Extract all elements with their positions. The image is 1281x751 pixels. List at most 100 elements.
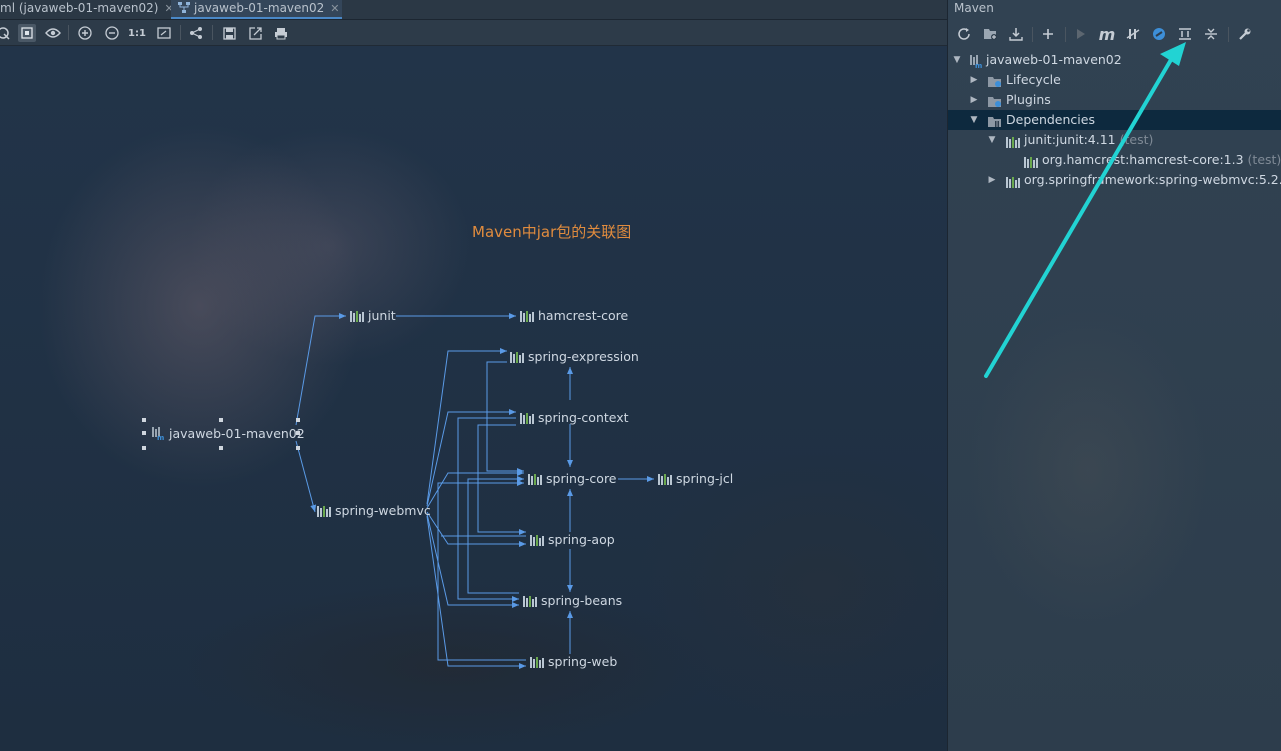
- node-label: spring-core: [546, 471, 617, 486]
- edge-web-core: [437, 480, 526, 661]
- node-label: spring-expression: [528, 349, 639, 364]
- close-icon[interactable]: ✕: [330, 2, 339, 15]
- node-spring-core[interactable]: spring-core: [528, 471, 617, 489]
- collapsed-arrow-icon[interactable]: ▶: [986, 170, 998, 190]
- node-spring-beans[interactable]: spring-beans: [523, 593, 622, 611]
- node-spring-context[interactable]: spring-context: [520, 410, 629, 428]
- tree-item-plugins[interactable]: ▶ Plugins: [948, 90, 1281, 110]
- zoom-in-icon[interactable]: [76, 24, 94, 42]
- collapse-all-icon[interactable]: [1202, 25, 1220, 43]
- tree-item-project[interactable]: ▼ m javaweb-01-maven02: [948, 50, 1281, 70]
- selection-handle[interactable]: [142, 446, 146, 450]
- settings-wrench-icon[interactable]: [1236, 25, 1254, 43]
- expand-arrow-icon[interactable]: ▼: [951, 50, 963, 70]
- add-project-icon[interactable]: [981, 25, 999, 43]
- library-icon: [523, 595, 537, 611]
- select-icon[interactable]: [0, 24, 12, 42]
- library-icon: [350, 310, 364, 326]
- dependency-scope: (test): [1119, 132, 1154, 147]
- node-label: spring-context: [538, 410, 629, 425]
- node-junit[interactable]: junit: [350, 308, 396, 326]
- node-label: spring-aop: [548, 532, 615, 547]
- dependency-diagram-canvas[interactable]: Maven中jar包的关联图 m javaweb-01-maven02 juni…: [0, 46, 947, 751]
- node-label: hamcrest-core: [538, 308, 629, 323]
- expand-arrow-icon[interactable]: ▼: [968, 110, 980, 130]
- tree-item-label: Lifecycle: [1006, 72, 1061, 87]
- node-label: spring-web: [548, 654, 618, 669]
- maven-panel-title: Maven: [954, 1, 994, 15]
- library-icon: [520, 412, 534, 428]
- svg-text:m: m: [975, 62, 982, 68]
- tree-item-webmvc[interactable]: ▶ org.springframework:spring-webmvc:5.2.…: [948, 170, 1281, 190]
- selection-handle[interactable]: [219, 418, 223, 422]
- tab-pom-xml[interactable]: ml (javaweb-01-maven02) ✕: [0, 0, 174, 19]
- dependency-coordinates: junit:junit:4.11: [1024, 132, 1116, 147]
- fit-icon[interactable]: [18, 24, 36, 42]
- node-label: junit: [368, 308, 396, 323]
- print-icon[interactable]: [272, 24, 290, 42]
- reload-icon[interactable]: [955, 25, 973, 43]
- dependency-coordinates: org.hamcrest:hamcrest-core:1.3: [1042, 152, 1244, 167]
- node-spring-web[interactable]: spring-web: [530, 654, 617, 672]
- export-icon[interactable]: [246, 24, 264, 42]
- tree-item-lifecycle[interactable]: ▶ Lifecycle: [948, 70, 1281, 90]
- edge-webmvc-aop: [426, 511, 526, 547]
- toggle-offline-icon[interactable]: [1124, 25, 1142, 43]
- eye-icon[interactable]: [44, 24, 62, 42]
- node-spring-jcl[interactable]: spring-jcl: [658, 471, 733, 489]
- library-icon: [510, 351, 524, 367]
- library-icon: [520, 310, 534, 326]
- diagram-title: Maven中jar包的关联图: [472, 223, 632, 241]
- svg-text:m: m: [157, 434, 164, 440]
- maven-m-icon[interactable]: m: [1098, 25, 1116, 44]
- edge-expression-core: [486, 361, 524, 474]
- selection-handle[interactable]: [142, 431, 146, 435]
- download-icon[interactable]: [1007, 25, 1025, 43]
- toolbar-separator: [1228, 27, 1229, 42]
- tab-pom-label: ml (javaweb-01-maven02): [0, 1, 159, 15]
- selection-handle[interactable]: [296, 446, 300, 450]
- actual-size-icon[interactable]: 1:1: [128, 24, 146, 42]
- tree-item-dependencies[interactable]: ▼ Dependencies: [948, 110, 1281, 130]
- layout-icon[interactable]: [187, 24, 205, 42]
- node-spring-expression[interactable]: spring-expression: [510, 349, 639, 367]
- node-spring-aop[interactable]: spring-aop: [530, 532, 615, 550]
- tree-item-junit[interactable]: ▼ junit:junit:4.11 (test): [948, 130, 1281, 150]
- tree-item-label: Dependencies: [1006, 112, 1095, 127]
- maven-project-icon: m: [152, 427, 165, 444]
- zoom-out-icon[interactable]: [103, 24, 121, 42]
- node-label: spring-beans: [541, 593, 623, 608]
- node-label: javaweb-01-maven02: [169, 426, 305, 441]
- collapsed-arrow-icon[interactable]: ▶: [968, 90, 980, 110]
- editor-tab-bar: ml (javaweb-01-maven02) ✕ javaweb-01-mave…: [0, 0, 947, 20]
- selection-handle[interactable]: [219, 446, 223, 450]
- expand-arrow-icon[interactable]: ▼: [986, 130, 998, 150]
- library-icon: [530, 534, 544, 550]
- dependency-scope: (test): [1247, 152, 1281, 167]
- toolbar-separator: [1032, 27, 1033, 42]
- node-label: spring-jcl: [676, 471, 734, 486]
- diagram-toolbar: 1:1: [0, 20, 947, 46]
- plus-icon[interactable]: [1039, 25, 1057, 43]
- selection-handle[interactable]: [296, 418, 300, 422]
- collapsed-arrow-icon[interactable]: ▶: [968, 70, 980, 90]
- edge-webmvc-core: [426, 470, 524, 509]
- run-icon[interactable]: [1072, 25, 1090, 43]
- library-icon: [658, 473, 672, 489]
- fit-content-icon[interactable]: [155, 24, 173, 42]
- tab-dependency-diagram[interactable]: javaweb-01-maven02 ✕: [171, 0, 342, 19]
- save-icon[interactable]: [220, 24, 238, 42]
- node-root-project[interactable]: m javaweb-01-maven02: [152, 426, 305, 444]
- node-hamcrest-core[interactable]: hamcrest-core: [520, 308, 628, 326]
- tree-item-label: javaweb-01-maven02: [986, 52, 1122, 67]
- edge-webmvc-web: [426, 515, 526, 669]
- edge-webmvc-context: [426, 409, 516, 507]
- edge-webmvc-beans: [426, 513, 519, 608]
- show-dependencies-icon[interactable]: [1176, 25, 1194, 43]
- tree-item-label: Plugins: [1006, 92, 1051, 107]
- tree-item-hamcrest[interactable]: org.hamcrest:hamcrest-core:1.3 (test): [948, 150, 1281, 170]
- node-spring-webmvc[interactable]: spring-webmvc: [317, 503, 431, 521]
- selection-handle[interactable]: [142, 418, 146, 422]
- dependency-edges: [295, 313, 654, 669]
- skip-tests-icon[interactable]: [1150, 25, 1168, 43]
